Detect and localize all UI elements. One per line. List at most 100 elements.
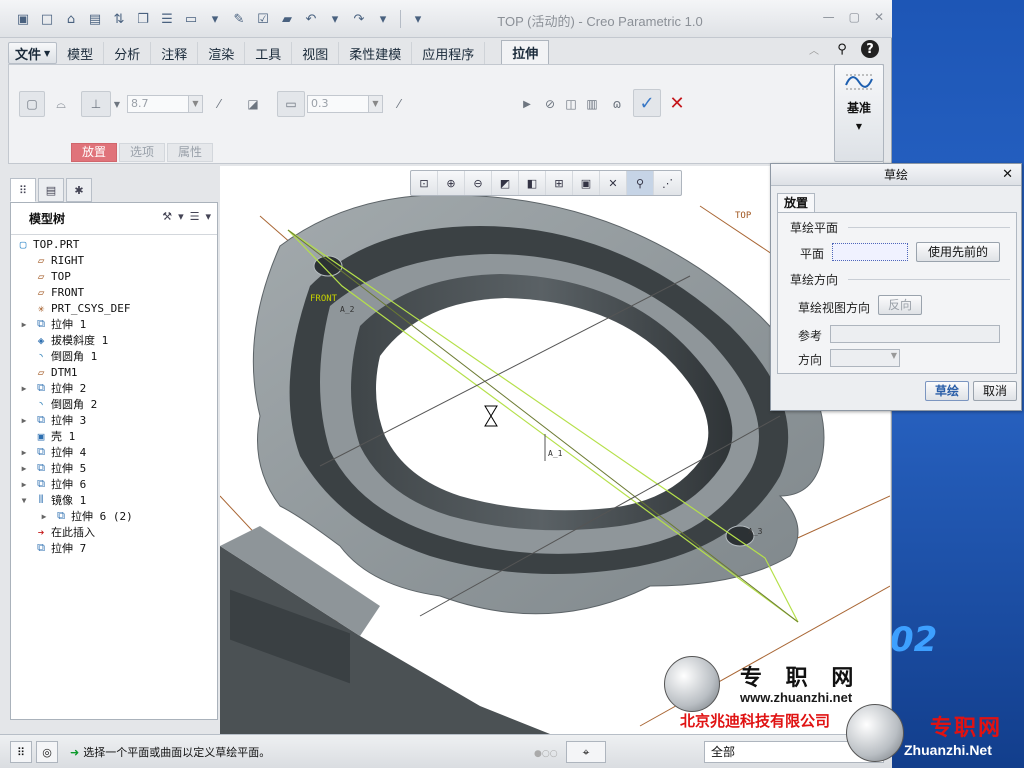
spin-center-icon[interactable]: ⚲	[627, 171, 654, 195]
tree-row[interactable]: ▼ ⫴ 镜像 1	[11, 492, 217, 508]
help-icon[interactable]: ?	[861, 40, 879, 58]
subtab-placement[interactable]: 放置	[71, 143, 118, 162]
flip-button[interactable]: 反向	[878, 295, 922, 315]
verify-icon[interactable]: ▥	[581, 91, 603, 117]
undo-icon[interactable]: ↶	[300, 8, 322, 30]
cancel-button[interactable]: 取消	[973, 381, 1017, 401]
display-style-icon[interactable]: ◧	[519, 171, 546, 195]
depth-option-dropdown-icon[interactable]: ▼	[111, 91, 123, 117]
view-manager-icon[interactable]: ▣	[573, 171, 600, 195]
tab-model[interactable]: 模型	[57, 42, 105, 64]
no-preview-icon[interactable]: ⊘	[541, 91, 559, 117]
chevron-down-icon[interactable]: ▾	[205, 210, 211, 223]
chevron-down-icon[interactable]: ▾	[178, 210, 184, 223]
zoom-in-icon[interactable]: ⊕	[438, 171, 465, 195]
tab-render[interactable]: 渲染	[198, 42, 246, 64]
tree-row[interactable]: ▣ 壳 1	[11, 428, 217, 444]
tree-row[interactable]: ▱ TOP	[11, 268, 217, 284]
tree-row[interactable]: ✳ PRT_CSYS_DEF	[11, 300, 217, 316]
model-tree-tab-icon[interactable]: ⠿	[10, 178, 36, 202]
new-file-icon[interactable]: □	[36, 8, 58, 30]
undo-menu-icon[interactable]: ▾	[324, 8, 346, 30]
minimize-ribbon-icon[interactable]: ︿	[805, 40, 823, 58]
datum-button[interactable]: 基准 ▼	[834, 64, 884, 162]
depth-value-field[interactable]: 8.7 ▼	[127, 95, 203, 113]
use-previous-button[interactable]: 使用先前的	[916, 242, 1000, 262]
surface-icon[interactable]: ⌓	[49, 91, 73, 117]
subtab-properties[interactable]: 属性	[167, 143, 214, 162]
datum-display-icon[interactable]: ✕	[600, 171, 627, 195]
tree-row[interactable]: ▶ ⧉ 拉伸 6 (2)	[11, 508, 217, 524]
zoom-out-icon[interactable]: ⊖	[465, 171, 492, 195]
tree-row[interactable]: ▶ ⧉ 拉伸 3	[11, 412, 217, 428]
tab-applications[interactable]: 应用程序	[412, 42, 486, 64]
flip-thickness-icon[interactable]: ⁄	[387, 91, 411, 117]
tab-tools[interactable]: 工具	[245, 42, 293, 64]
expand-icon[interactable]: ▶	[39, 512, 49, 521]
plane-collector[interactable]	[832, 243, 908, 261]
tree-row[interactable]: ▱ RIGHT	[11, 252, 217, 268]
flip-depth-icon[interactable]: ⁄	[207, 91, 231, 117]
chevron-down-icon[interactable]: ▼	[188, 96, 202, 112]
tab-file[interactable]: 文件 ▼	[8, 42, 58, 64]
tree-row[interactable]: ◝ 倒圆角 1	[11, 348, 217, 364]
tree-row[interactable]: ▶ ⧉ 拉伸 6	[11, 476, 217, 492]
find-icon[interactable]: ⌖	[566, 741, 606, 763]
tree-row[interactable]: ▱ DTM1	[11, 364, 217, 380]
tree-row[interactable]: ▶ ⧉ 拉伸 4	[11, 444, 217, 460]
copy-icon[interactable]: ❐	[132, 8, 154, 30]
shortcut-icon[interactable]: ☰	[156, 8, 178, 30]
tree-row[interactable]: ▶ ⧉ 拉伸 5	[11, 460, 217, 476]
tab-analysis[interactable]: 分析	[104, 42, 152, 64]
ok-check-icon[interactable]: ✓	[633, 89, 661, 117]
expand-icon[interactable]: ▶	[19, 448, 29, 457]
maximize-icon[interactable]: ▢	[849, 10, 860, 24]
preview-icon[interactable]: ◫	[561, 91, 581, 117]
tree-row[interactable]: ▶ ⧉ 拉伸 1	[11, 316, 217, 332]
window-icon[interactable]: ▭	[180, 8, 202, 30]
saved-orientations-icon[interactable]: ⊞	[546, 171, 573, 195]
show-icon[interactable]: ☰	[190, 210, 200, 223]
check-box-icon[interactable]: ☑	[252, 8, 274, 30]
cancel-x-icon[interactable]: ✕	[665, 89, 689, 117]
chevron-down-icon[interactable]: ▼	[368, 96, 382, 112]
tab-view[interactable]: 视图	[292, 42, 340, 64]
tree-row[interactable]: ⧉ 拉伸 7	[11, 540, 217, 556]
collapse-icon[interactable]: ▼	[19, 496, 29, 505]
redo-menu-icon[interactable]: ▾	[372, 8, 394, 30]
expand-icon[interactable]: ▶	[19, 384, 29, 393]
thicken-icon[interactable]: ▭	[277, 91, 305, 117]
regenerate-icon[interactable]: ⇅	[108, 8, 130, 30]
expand-icon[interactable]: ▶	[19, 416, 29, 425]
dropdown-icon[interactable]: ▾	[204, 8, 226, 30]
navigator-toggle-icon[interactable]: ⠿	[10, 741, 32, 763]
open-file-icon[interactable]: ⌂	[60, 8, 82, 30]
tab-extrude[interactable]: 拉伸	[501, 40, 550, 64]
reference-collector[interactable]	[830, 325, 1000, 343]
pause-icon[interactable]: ▶	[519, 91, 535, 117]
folder-icon[interactable]: ▰	[276, 8, 298, 30]
minimize-icon[interactable]: —	[823, 10, 835, 24]
tab-placement[interactable]: 放置	[777, 193, 816, 213]
tree-row[interactable]: ▱ FRONT	[11, 284, 217, 300]
save-icon[interactable]: ▤	[84, 8, 106, 30]
close-icon[interactable]: ✕	[1002, 164, 1013, 186]
search-icon[interactable]: ⚲	[833, 40, 851, 58]
favorites-tab-icon[interactable]: ✱	[66, 178, 92, 202]
redo-icon[interactable]: ↷	[348, 8, 370, 30]
folder-browser-tab-icon[interactable]: ▤	[38, 178, 64, 202]
tab-annotate[interactable]: 注释	[151, 42, 199, 64]
repaint-icon[interactable]: ◩	[492, 171, 519, 195]
refit-icon[interactable]: ⊡	[411, 171, 438, 195]
depth-option-icon[interactable]: ⊥	[81, 91, 111, 117]
expand-icon[interactable]: ▶	[19, 320, 29, 329]
tab-flexible-modeling[interactable]: 柔性建模	[339, 42, 413, 64]
settings-icon[interactable]: ⚒	[162, 210, 172, 223]
tree-row[interactable]: ◝ 倒圆角 2	[11, 396, 217, 412]
expand-icon[interactable]: ▶	[19, 464, 29, 473]
customize-toolbar-icon[interactable]: ▾	[407, 8, 429, 30]
tree-row[interactable]: ▶ ⧉ 拉伸 2	[11, 380, 217, 396]
browser-toggle-icon[interactable]: ◎	[36, 741, 58, 763]
app-icon[interactable]: ▣	[12, 8, 34, 30]
sketch-button[interactable]: 草绘	[925, 381, 969, 401]
